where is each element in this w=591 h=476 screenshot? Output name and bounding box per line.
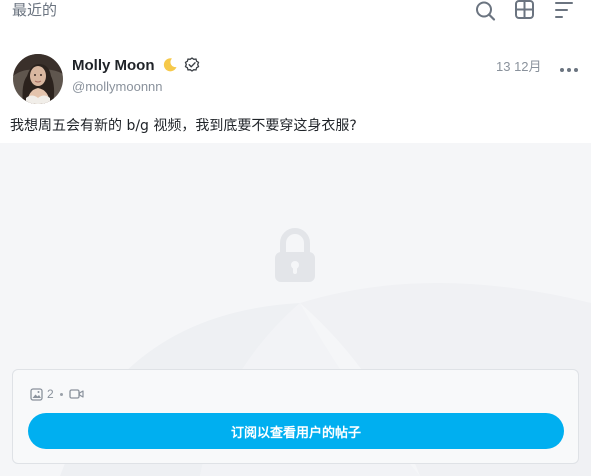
post-text: 我想周五会有新的 b/g 视频，我到底要不要穿这身衣服? xyxy=(10,118,357,134)
author-handle[interactable]: @mollymoonnn xyxy=(72,79,163,94)
media-stats: 2 xyxy=(30,386,84,402)
search-icon[interactable] xyxy=(474,0,496,22)
moon-icon xyxy=(162,57,178,73)
avatar[interactable] xyxy=(13,54,63,104)
sort-icon[interactable] xyxy=(554,0,576,22)
subscribe-button[interactable]: 订阅以查看用户的帖子 xyxy=(28,413,564,449)
post-date[interactable]: 13 12月 xyxy=(496,56,542,75)
top-bar: 最近的 xyxy=(0,0,591,24)
more-options-icon[interactable] xyxy=(559,59,579,72)
lock-icon xyxy=(270,225,320,285)
grid-icon[interactable] xyxy=(514,0,536,22)
subscribe-card: 2 订阅以查看用户的帖子 xyxy=(12,369,579,464)
verified-icon xyxy=(184,57,200,73)
video-icon xyxy=(69,388,84,400)
separator-dot xyxy=(59,392,63,396)
image-count: 2 xyxy=(47,387,54,401)
post-header: Molly Moon @mollymoonnn 13 12月 xyxy=(0,46,591,110)
image-icon xyxy=(30,387,43,401)
author-name-row: Molly Moon xyxy=(72,54,200,76)
feed-filter-title[interactable]: 最近的 xyxy=(12,0,57,20)
author-display-name[interactable]: Molly Moon xyxy=(72,57,155,74)
